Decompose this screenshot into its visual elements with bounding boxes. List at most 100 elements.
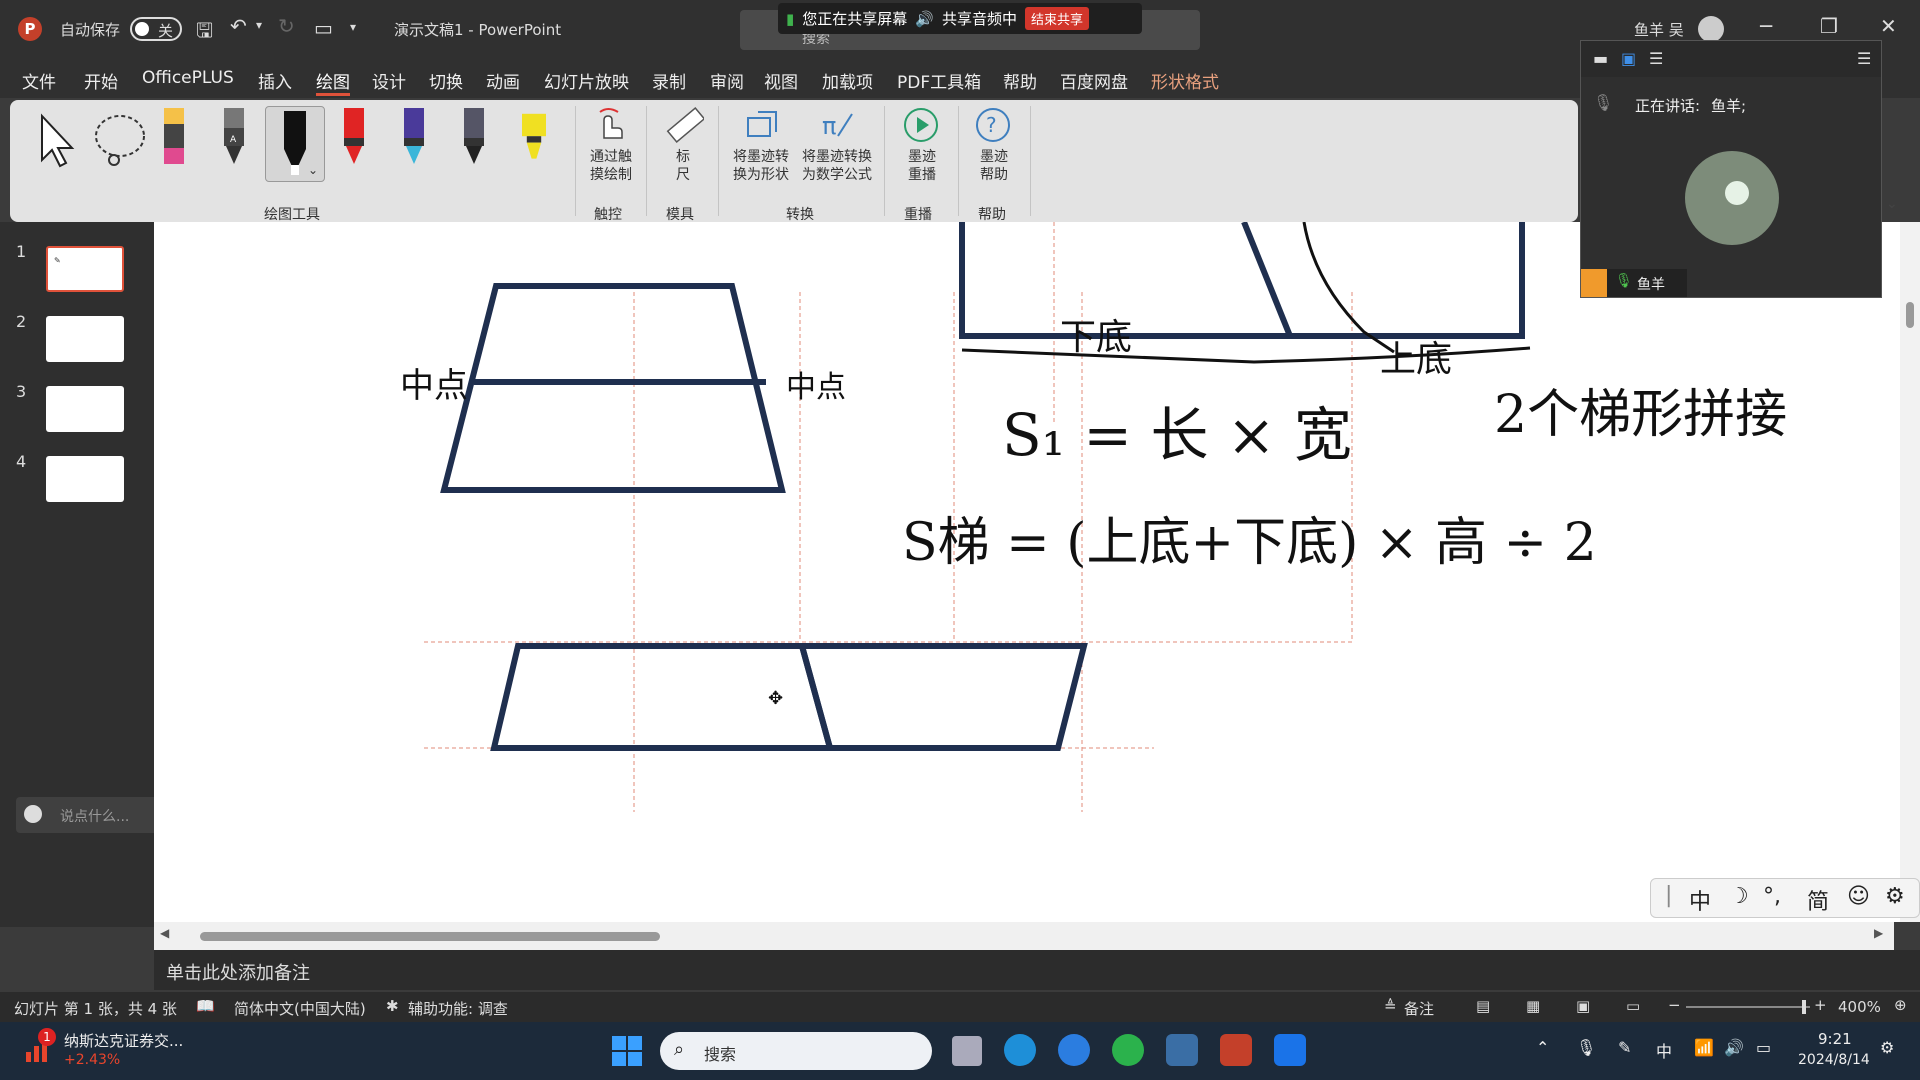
slide-canvas[interactable]: ✥ 中点 中点 下底 上底 S₁ = 长 × 宽 S梯 = (上底+下底) × … [154,222,1920,922]
pencil-gray-icon[interactable]: A [222,108,246,166]
tab-help[interactable]: 帮助 [1003,68,1037,93]
tab-record[interactable]: 录制 [652,68,686,93]
window-icon[interactable]: ▣ [1621,49,1636,68]
undo-icon[interactable]: ↶ [230,14,247,38]
clock-date[interactable]: 2024/8/14 [1798,1052,1870,1068]
restore-icon[interactable]: ❐ [1820,14,1838,38]
slideshow-icon[interactable]: ▭ [1626,997,1640,1015]
spellcheck-icon[interactable]: 📖 [196,997,215,1015]
microphone-icon[interactable]: 🎙 [1576,1038,1596,1057]
chevron-up-icon[interactable]: ⌃ [1536,1038,1549,1057]
customize-toolbar-icon[interactable]: ▾ [350,20,356,34]
zoom-level[interactable]: 400% [1838,998,1881,1016]
zoom-in-icon[interactable]: + [1814,996,1827,1014]
emoji-icon[interactable]: ☺ [1847,884,1870,909]
battery-icon[interactable]: ▭ [1756,1038,1771,1057]
edge-icon[interactable] [1004,1034,1036,1066]
zoom-slider[interactable] [1686,1000,1810,1014]
present-icon[interactable]: ▭ [314,16,333,40]
wifi-icon[interactable]: 📶 [1694,1038,1714,1057]
undo-dropdown-icon[interactable]: ▾ [256,18,262,32]
ink-to-shape-label[interactable]: 将墨迹转 换为形状 [728,148,794,184]
notes-button[interactable]: 备注 [1404,998,1434,1019]
pen-black-selected[interactable]: ⌄ [265,106,325,182]
minimize-panel-icon[interactable]: ▬ [1593,49,1608,68]
save-icon[interactable]: 🖫 [196,16,213,50]
reading-view-icon[interactable]: ▣ [1576,997,1590,1015]
settings-icon[interactable]: ⚙ [1885,884,1905,909]
meeting-app-icon[interactable] [1274,1034,1306,1066]
ink-help-label[interactable]: 墨迹 帮助 [968,148,1020,184]
slide-thumbnail-3[interactable] [46,386,124,432]
collapse-ribbon-icon[interactable]: ⌄ [1886,196,1898,212]
slide-thumbnail-4[interactable] [46,456,124,502]
powerpoint-taskbar-icon[interactable] [1220,1034,1252,1066]
ink-to-math-icon[interactable]: π [818,106,858,146]
app-icon[interactable] [1166,1034,1198,1066]
ink-to-shape-icon[interactable] [742,106,782,146]
pencil-dark-icon[interactable] [462,108,486,166]
pen-icon[interactable]: ✎ [1618,1038,1631,1057]
ink-to-math-label[interactable]: 将墨迹转换 为数学公式 [796,148,878,184]
user-name[interactable]: 鱼羊 吴 [1634,19,1684,40]
accessibility-icon[interactable]: ✱ [386,997,399,1015]
pen-galaxy-icon[interactable] [402,108,426,166]
tab-insert[interactable]: 插入 [258,68,292,93]
ime-mode[interactable]: 中 [1689,884,1711,916]
ime-toolbar[interactable]: | 中 ☽ °, 简 ☺ ⚙ [1650,878,1920,918]
notes-pane[interactable]: 单击此处添加备注 [154,950,1920,990]
pen-dropdown-icon[interactable]: ⌄ [308,163,318,177]
fit-to-window-icon[interactable]: ⊕ [1894,996,1907,1014]
touch-draw-label[interactable]: 通过触 摸绘制 [584,148,638,184]
tab-design[interactable]: 设计 [372,68,406,93]
help-app-icon[interactable] [1058,1034,1090,1066]
emoji-icon[interactable] [24,805,42,823]
stock-name[interactable]: 纳斯达克证券交... [64,1030,183,1051]
slide-sorter-icon[interactable]: ▦ [1526,997,1540,1015]
help-icon[interactable]: ? [974,106,1012,144]
highlighter-pink-icon[interactable] [162,108,186,166]
tab-file[interactable]: 文件 [22,68,56,93]
tab-animations[interactable]: 动画 [486,68,520,93]
tab-shape-format[interactable]: 形状格式 [1151,68,1219,93]
tab-review[interactable]: 审阅 [710,68,744,93]
autosave-toggle[interactable]: 关 [130,17,182,41]
slide-thumbnail-1[interactable]: ✎ [46,246,124,292]
accessibility-status[interactable]: 辅助功能: 调查 [408,998,508,1019]
tab-transitions[interactable]: 切换 [429,68,463,93]
moon-icon[interactable]: ☽ [1729,884,1749,909]
tab-view[interactable]: 视图 [764,68,798,93]
wechat-icon[interactable] [1112,1034,1144,1066]
windows-start-icon[interactable] [612,1036,642,1066]
slide-thumbnail-2[interactable] [46,316,124,362]
clock-time[interactable]: 9:21 [1818,1030,1852,1048]
highlighter-yellow-icon[interactable] [522,108,546,166]
notification-icon[interactable]: ⚙ [1880,1038,1894,1057]
ink-replay-label[interactable]: 墨迹 重播 [896,148,948,184]
ink-replay-icon[interactable] [902,106,940,144]
ime-indicator[interactable]: 中 [1656,1038,1672,1062]
language-status[interactable]: 简体中文(中国大陆) [234,998,366,1019]
notes-icon[interactable]: ≜ [1384,997,1397,1015]
ime-simplified[interactable]: 简 [1807,884,1829,916]
tab-pdf-tools[interactable]: PDF工具箱 [897,68,981,93]
ruler-label[interactable]: 标 尺 [670,148,696,184]
touch-draw-icon[interactable] [594,106,624,142]
lasso-select-icon[interactable] [90,110,150,172]
menu-icon[interactable]: ☰ [1857,49,1871,68]
vertical-scrollbar[interactable] [1900,222,1920,922]
normal-view-icon[interactable]: ▤ [1476,997,1490,1015]
minimize-icon[interactable]: ─ [1760,14,1772,38]
redo-icon[interactable]: ↻ [278,14,295,38]
tab-home[interactable]: 开始 [84,68,118,93]
list-icon[interactable]: ☰ [1649,49,1663,68]
tab-addins[interactable]: 加载项 [822,68,873,93]
close-icon[interactable]: ✕ [1880,14,1897,38]
select-cursor-icon[interactable] [34,112,78,168]
ruler-icon[interactable] [664,106,704,146]
avatar[interactable] [1698,16,1724,42]
notes-placeholder[interactable]: 单击此处添加备注 [166,963,310,984]
tab-slideshow[interactable]: 幻灯片放映 [544,68,629,93]
taskbar-search[interactable]: ⌕ 搜索 [660,1032,932,1070]
tab-baidu-netdisk[interactable]: 百度网盘 [1060,68,1128,93]
